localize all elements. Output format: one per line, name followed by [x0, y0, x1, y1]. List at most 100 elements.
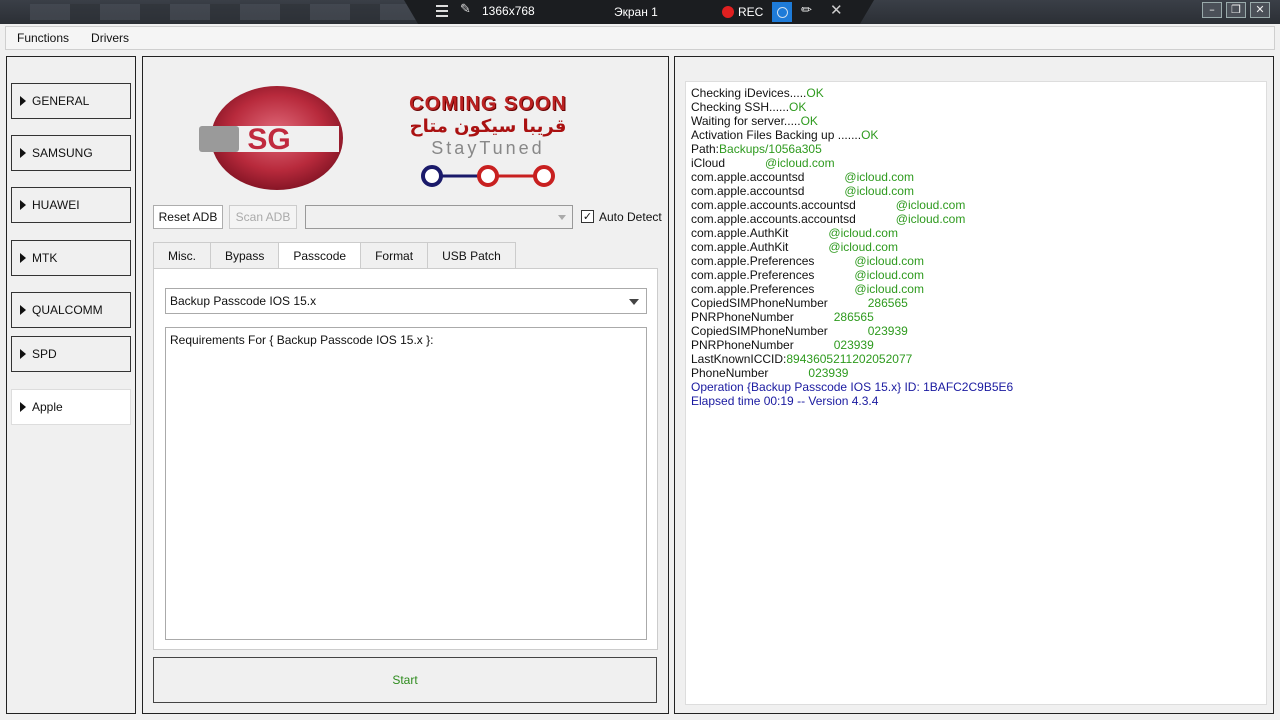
log-key: CopiedSIMPhoneNumber	[691, 296, 868, 310]
log-key: com.apple.Preferences	[691, 254, 855, 268]
passcode-tab-content: Backup Passcode IOS 15.x Requirements Fo…	[153, 268, 658, 650]
caret-right-icon	[20, 148, 26, 158]
auto-detect-checkbox[interactable]: ✓	[581, 210, 594, 223]
log-line: com.apple.Preferences @icloud.com	[691, 268, 1261, 282]
camera-icon[interactable]	[772, 2, 792, 22]
screen-selector[interactable]: Экран 1	[614, 5, 658, 19]
function-tabs: Misc. Bypass Passcode Format USB Patch	[153, 242, 516, 269]
chevron-down-icon	[558, 215, 566, 220]
stay-tuned-label: StayTuned	[431, 138, 545, 158]
tab-misc[interactable]: Misc.	[153, 242, 211, 268]
log-value: OK	[800, 114, 818, 128]
tab-format[interactable]: Format	[360, 242, 429, 268]
log-key: com.apple.accountsd	[691, 170, 845, 184]
category-qualcomm[interactable]: QUALCOMM	[11, 292, 131, 328]
menu-icon[interactable]	[436, 5, 448, 17]
device-port-select[interactable]	[305, 205, 573, 229]
caret-right-icon	[20, 402, 26, 412]
log-line: LastKnownICCID:89436052112020520​77	[691, 352, 1261, 366]
category-label: QUALCOMM	[32, 303, 103, 317]
requirements-textbox[interactable]: Requirements For { Backup Passcode IOS 1…	[165, 327, 647, 640]
minimize-icon[interactable]: –	[1202, 2, 1222, 18]
resolution-label[interactable]: 1366x768	[482, 4, 535, 18]
pin-icon[interactable]: ✎	[460, 2, 471, 17]
log-line: com.apple.Preferences @icloud.com	[691, 254, 1261, 268]
category-label: SPD	[32, 347, 57, 361]
tab-passcode[interactable]: Passcode	[278, 242, 362, 269]
log-value: @icloud.com	[854, 254, 924, 268]
log-value: Backups/1056a305	[719, 142, 822, 156]
close-window-icon[interactable]: ✕	[1250, 2, 1270, 18]
log-line: com.apple.accountsd @icloud.com	[691, 170, 1261, 184]
log-key: com.apple.accountsd	[691, 184, 845, 198]
log-value: @icloud.com	[828, 226, 898, 240]
category-label: HUAWEI	[32, 198, 80, 212]
caret-right-icon	[20, 96, 26, 106]
log-value: @icloud.com	[844, 184, 914, 198]
category-label: MTK	[32, 251, 58, 265]
operations-panel: SG COMING SOON قريبا سيكون متاح StayTune…	[142, 56, 669, 714]
category-label: GENERAL	[32, 94, 90, 108]
log-panel: Checking iDevices.....OK Checking SSH....…	[674, 56, 1274, 714]
log-line: com.apple.accountsd @icloud.com	[691, 184, 1261, 198]
record-button[interactable]: REC	[738, 5, 763, 19]
log-value: @icloud.com	[854, 282, 924, 296]
category-spd[interactable]: SPD	[11, 336, 131, 372]
category-huawei[interactable]: HUAWEI	[11, 187, 131, 223]
log-value: @icloud.com	[854, 268, 924, 282]
maximize-icon[interactable]: ❐	[1226, 2, 1246, 18]
log-key: Waiting for server.....	[691, 114, 801, 128]
close-icon[interactable]: ✕	[830, 1, 843, 19]
category-label: Apple	[32, 400, 63, 414]
reset-adb-button[interactable]: Reset ADB	[153, 205, 223, 229]
start-button[interactable]: Start	[153, 657, 657, 703]
log-line: PNRPhoneNumber 023939	[691, 338, 1261, 352]
log-value: OK	[861, 128, 879, 142]
caret-right-icon	[20, 253, 26, 263]
menu-functions[interactable]: Functions	[6, 27, 80, 49]
log-value: @icloud.com	[828, 240, 898, 254]
coming-soon-title: COMING SOON	[409, 93, 567, 115]
record-dot-icon[interactable]	[722, 6, 734, 18]
requirements-text: Requirements For { Backup Passcode IOS 1…	[170, 333, 434, 347]
log-line: iCloud @icloud.com	[691, 156, 1261, 170]
tab-bypass[interactable]: Bypass	[210, 242, 280, 268]
log-key: Path:	[691, 142, 720, 156]
log-line: Path:Backups/1056a305	[691, 142, 1261, 156]
category-mtk[interactable]: MTK	[11, 240, 131, 276]
auto-detect-label: Auto Detect	[599, 210, 662, 224]
log-key: Checking iDevices.....	[691, 86, 807, 100]
log-value: OK	[789, 100, 807, 114]
log-key: com.apple.AuthKit	[691, 226, 829, 240]
category-samsung[interactable]: SAMSUNG	[11, 135, 131, 171]
log-key: com.apple.accounts.accountsd	[691, 198, 896, 212]
log-key: PNRPhoneNumber	[691, 338, 834, 352]
log-value: @icloud.com	[895, 198, 966, 212]
tab-usb-patch[interactable]: USB Patch	[427, 242, 516, 268]
log-key: com.apple.accounts.accountsd	[691, 212, 896, 226]
scan-adb-button[interactable]: Scan ADB	[229, 205, 297, 229]
log-line: Waiting for server.....OK	[691, 114, 1261, 128]
log-key: Activation Files Backing up .......	[691, 128, 862, 142]
category-general[interactable]: GENERAL	[11, 83, 131, 119]
log-key: Operation {Backup Passcode IOS 15.x} ID:…	[691, 380, 1014, 394]
menu-drivers[interactable]: Drivers	[80, 27, 140, 49]
caret-right-icon	[20, 349, 26, 359]
log-key: iCloud	[691, 156, 766, 170]
category-panel: GENERAL SAMSUNG HUAWEI MTK QUALCOMM SPD …	[6, 56, 136, 714]
log-value: 286565	[867, 296, 908, 310]
log-value: @icloud.com	[844, 170, 914, 184]
log-value: 023939	[808, 366, 849, 380]
log-key: Checking SSH......	[691, 100, 790, 114]
sg-logo: SG	[199, 83, 347, 193]
category-apple[interactable]: Apple	[11, 389, 131, 425]
screen-recorder-bar: ✎ 1366x768 Экран 1 REC ✏ ✕ – ❐ ✕	[0, 0, 1280, 24]
log-output[interactable]: Checking iDevices.....OK Checking SSH....…	[685, 81, 1267, 705]
log-line: Checking iDevices.....OK	[691, 86, 1261, 100]
menu-bar: Functions Drivers	[5, 26, 1275, 50]
window-controls: – ❐ ✕	[1202, 2, 1270, 18]
log-value: @icloud.com	[895, 212, 966, 226]
log-value: 286565	[833, 310, 874, 324]
operation-select[interactable]: Backup Passcode IOS 15.x	[165, 288, 647, 314]
pen-icon[interactable]: ✏	[801, 3, 812, 18]
